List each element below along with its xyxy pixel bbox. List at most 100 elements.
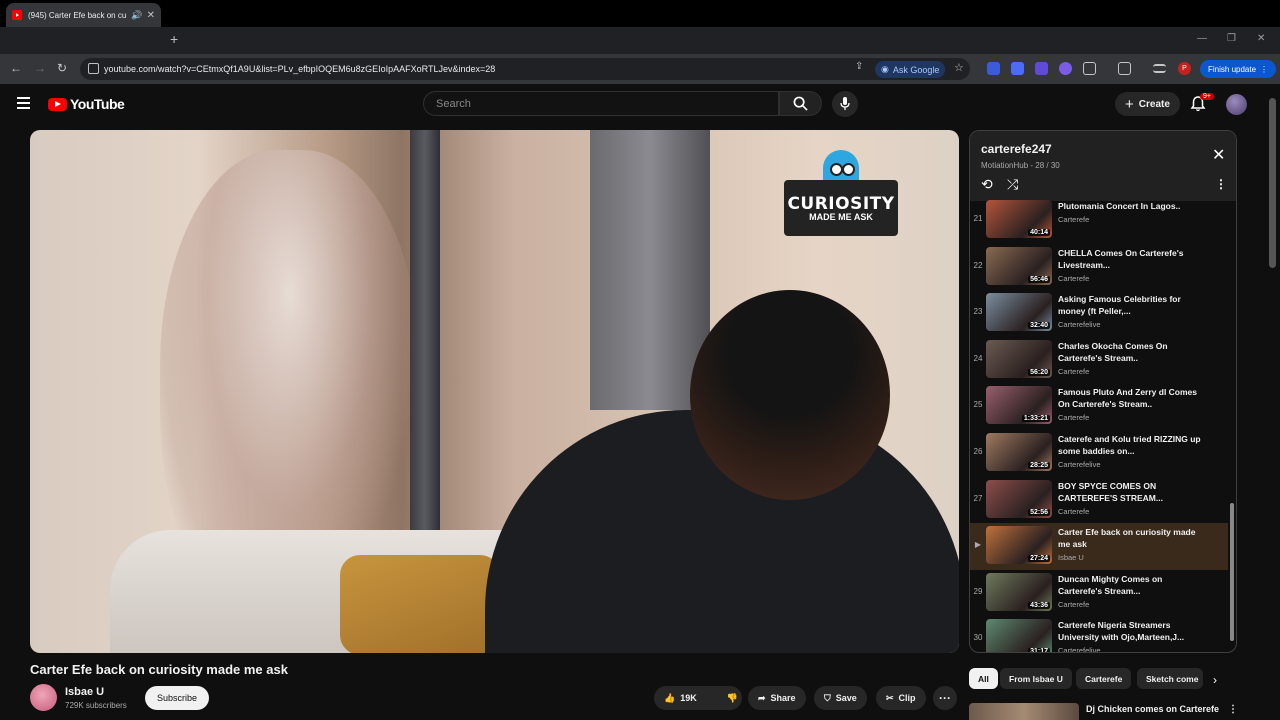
browser-tab[interactable]: (945) Carter Efe back on cu 🔊 ✕	[6, 3, 161, 27]
more-vert-icon[interactable]: ⋮	[1215, 177, 1227, 191]
playlist-item-thumbnail[interactable]: 1:33:21	[986, 386, 1052, 425]
playlist-item[interactable]: 30 31:17 Carterefe Nigeria Streamers Unive…	[970, 616, 1228, 652]
voice-search-button[interactable]	[832, 91, 858, 117]
video-frame-panel	[590, 130, 710, 410]
search-button[interactable]	[779, 91, 822, 116]
playlist-item-title[interactable]: BOY SPYCE COMES ON CARTEREFE'S STREAM...	[1058, 480, 1208, 504]
playlist-item-thumbnail[interactable]: 56:46	[986, 246, 1052, 285]
extension-icon[interactable]	[1035, 62, 1048, 75]
reading-list-icon[interactable]	[1153, 64, 1166, 73]
playlist-item-text: CHELLA Comes On Carterefe's Livestream..…	[1058, 247, 1208, 283]
playlist-item-thumbnail[interactable]: 27:24	[986, 526, 1052, 565]
save-button[interactable]: ⛉ Save	[814, 686, 867, 710]
restore-icon[interactable]: ❐	[1227, 33, 1236, 44]
playlist-item-title[interactable]: Duncan Mighty Comes on Carterefe's Strea…	[1058, 573, 1208, 597]
playlist-item[interactable]: 22 56:46 CHELLA Comes On Carterefe's Lives…	[970, 244, 1228, 291]
new-tab-icon[interactable]: +	[170, 31, 178, 47]
forward-icon[interactable]: →	[34, 61, 46, 75]
playlist-item-channel: Carterefe	[1058, 506, 1090, 516]
filter-chip[interactable]: Sketch come	[1137, 668, 1203, 689]
playlist-item-thumbnail[interactable]: 40:14	[986, 200, 1052, 238]
bookmark-star-icon[interactable]: ☆	[954, 61, 964, 74]
playlist-item-title[interactable]: Caterefe and Kolu tried RIZZING up some …	[1058, 433, 1208, 457]
bookmark-icon: ⛉	[824, 692, 831, 703]
close-icon[interactable]: ✕	[1212, 145, 1225, 165]
share-button[interactable]: ➦ Share	[748, 686, 806, 710]
create-button[interactable]: + Create	[1115, 92, 1180, 116]
dislike-button[interactable]: 👎	[717, 686, 748, 710]
like-button[interactable]: 👍 19K	[654, 686, 707, 710]
page-scrollbar-thumb[interactable]	[1269, 98, 1276, 268]
speaker-icon[interactable]: 🔊	[131, 10, 142, 21]
playlist-item-text: Carter Efe back on curiosity made me ask…	[1058, 526, 1208, 562]
playlist-item-title[interactable]: CHELLA Comes On Carterefe's Livestream..…	[1058, 247, 1208, 271]
tab-close-icon[interactable]: ✕	[147, 10, 155, 21]
site-info-icon[interactable]	[88, 63, 99, 74]
account-avatar[interactable]	[1226, 94, 1247, 115]
url-text[interactable]: youtube.com/watch?v=CEtmxQf1A9U&list=PLv…	[104, 64, 495, 74]
playlist-item[interactable]: 23 32:40 Asking Famous Celebrities for mon…	[970, 290, 1228, 337]
like-dislike-group: 👍 19K 👎	[654, 686, 742, 710]
playlist-header: carterefe247 MotiationHub - 28 / 30 ✕ ⟲ …	[970, 131, 1236, 201]
playlist-item-thumbnail[interactable]: 56:20	[986, 339, 1052, 378]
playlist-item-text: Famous Pluto And Zerry dl Comes On Carte…	[1058, 386, 1208, 422]
filter-chip[interactable]: Carterefe	[1076, 668, 1132, 689]
channel-name[interactable]: Isbae U	[65, 686, 104, 698]
minimize-icon[interactable]: —	[1197, 33, 1207, 44]
profile-avatar[interactable]: P	[1178, 62, 1191, 75]
playlist-item-title[interactable]: Famous Pluto And Zerry dl Comes On Carte…	[1058, 386, 1208, 410]
recommendation-thumbnail[interactable]	[969, 703, 1079, 720]
more-vert-icon[interactable]: ⋮	[1228, 704, 1238, 715]
playlist-item-thumbnail[interactable]: 32:40	[986, 293, 1052, 332]
window-close-icon[interactable]: ✕	[1257, 33, 1265, 44]
playlist-item-title[interactable]: Charles Okocha Comes On Carterefe's Stre…	[1058, 340, 1208, 364]
playlist-item-title[interactable]: Plutomania Concert In Lagos..	[1058, 200, 1208, 212]
playlist-item[interactable]: 24 56:20 Charles Okocha Comes On Carterefe…	[970, 337, 1228, 384]
subscribe-button[interactable]: Subscribe	[145, 686, 210, 710]
recommendation-title[interactable]: Dj Chicken comes on Carterefe	[1086, 704, 1219, 714]
loop-icon[interactable]: ⟲	[981, 176, 993, 193]
playlist-item-thumbnail[interactable]: 31:17	[986, 619, 1052, 652]
playlist-scrollbar[interactable]	[1228, 197, 1236, 652]
filter-chip[interactable]: From Isbae U	[1000, 668, 1072, 689]
playlist-item[interactable]: ▶ 27:24 Carter Efe back on curiosity made …	[970, 523, 1228, 570]
back-icon[interactable]: ←	[10, 61, 22, 75]
playlist-item-title[interactable]: Asking Famous Celebrities for money (ft …	[1058, 293, 1208, 317]
filter-chip[interactable]: All	[969, 668, 998, 689]
menu-icon[interactable]	[17, 97, 30, 112]
reload-icon[interactable]: ↻	[57, 61, 67, 75]
ask-google-button[interactable]: ◉ Ask Google	[875, 61, 946, 78]
channel-avatar[interactable]	[30, 684, 57, 711]
playlist-item[interactable]: 27 52:56 BOY SPYCE COMES ON CARTEREFE'S ST…	[970, 477, 1228, 524]
playlist-item[interactable]: 21 40:14 Plutomania Concert In Lagos.. Cart…	[970, 197, 1228, 244]
extension-icon[interactable]	[1059, 62, 1072, 75]
playlist-item-title[interactable]: Carter Efe back on curiosity made me ask	[1058, 526, 1208, 550]
lens-icon: ◉	[881, 64, 889, 74]
extensions-puzzle-icon[interactable]	[1083, 62, 1096, 75]
chevron-right-icon[interactable]: ›	[1213, 673, 1217, 687]
playlist-item-thumbnail[interactable]: 28:25	[986, 432, 1052, 471]
youtube-logo[interactable]: YouTube	[48, 96, 125, 112]
playlist-title[interactable]: carterefe247	[981, 142, 1052, 156]
clip-button[interactable]: ✂ Clip	[876, 686, 926, 710]
search-input[interactable]: Search	[423, 91, 779, 116]
duration-badge: 1:33:21	[1021, 415, 1050, 423]
playlist-item[interactable]: 26 28:25 Caterefe and Kolu tried RIZZING u…	[970, 430, 1228, 477]
page-scrollbar[interactable]	[1269, 90, 1276, 720]
video-player[interactable]: CURIOSITY MADE ME ASK	[30, 130, 959, 653]
more-actions-button[interactable]: ···	[933, 686, 957, 710]
finish-update-button[interactable]: Finish update ⋮	[1200, 60, 1277, 78]
playlist-item[interactable]: 25 1:33:21 Famous Pluto And Zerry dl Comes…	[970, 383, 1228, 430]
extension-icon[interactable]	[987, 62, 1000, 75]
shuffle-icon[interactable]: ⤮	[1007, 176, 1018, 193]
playlist-item-thumbnail[interactable]: 52:56	[986, 479, 1052, 518]
playlist-item-thumbnail[interactable]: 43:36	[986, 572, 1052, 611]
subscriber-count: 729K subscribers	[65, 701, 127, 710]
playlist-scrollbar-thumb[interactable]	[1230, 503, 1234, 641]
playlist-item[interactable]: 29 43:36 Duncan Mighty Comes on Carterefe'…	[970, 570, 1228, 617]
search-icon	[793, 96, 808, 111]
extension-icon[interactable]	[1011, 62, 1024, 75]
install-app-icon[interactable]: ⇪	[855, 61, 863, 72]
tab-search-icon[interactable]	[1118, 62, 1131, 75]
playlist-item-title[interactable]: Carterefe Nigeria Streamers University w…	[1058, 619, 1208, 643]
